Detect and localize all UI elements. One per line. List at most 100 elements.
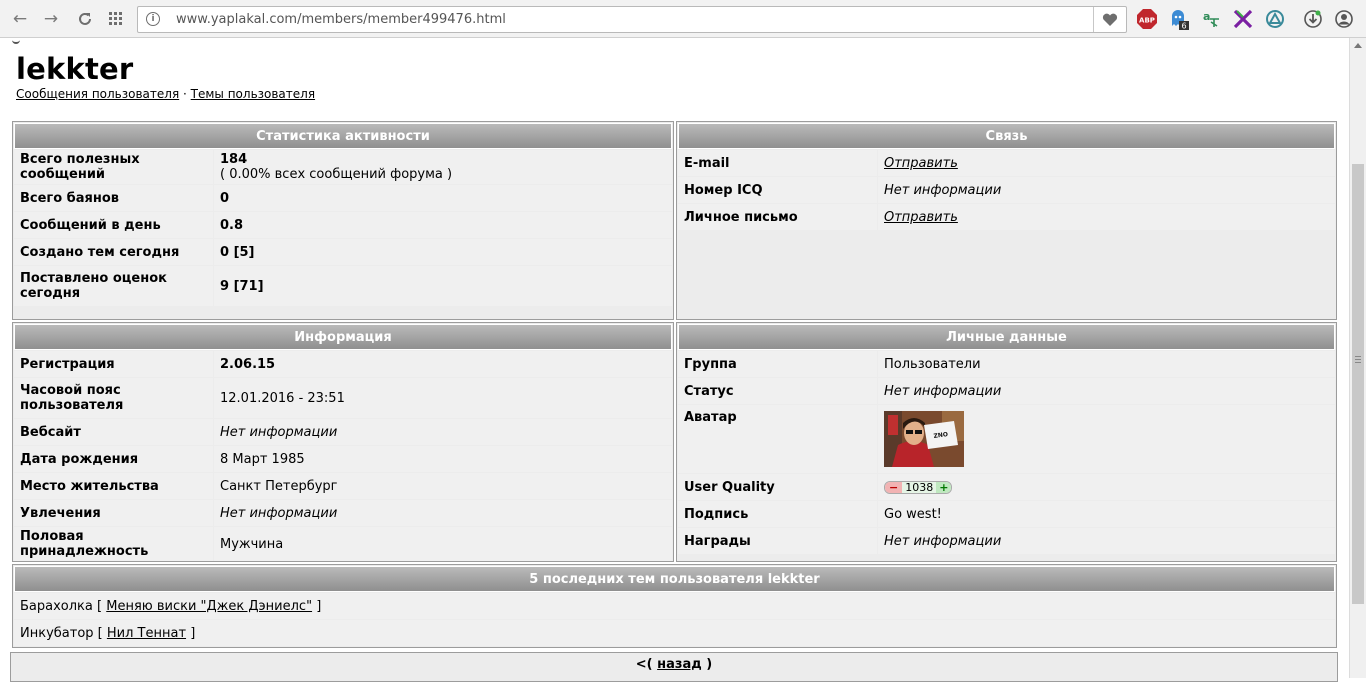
recent-topics-title: 5 последних тем пользователя lekkter — [14, 566, 1335, 592]
personal-panel: Личные данные Группа Пользователи Статус… — [676, 322, 1337, 562]
scroll-up-arrow-icon[interactable] — [1354, 43, 1362, 48]
thumb-grip — [1355, 356, 1361, 357]
site-info-icon[interactable]: i — [146, 12, 160, 26]
stats-label: Создано тем сегодня — [14, 239, 213, 265]
info-label: Увлечения — [14, 500, 213, 526]
rate-down-button[interactable]: − — [885, 481, 903, 493]
table-row: Дата рождения 8 Март 1985 — [14, 446, 672, 472]
personal-value: Нет информации — [878, 528, 1335, 554]
user-avatar[interactable]: ZNO — [884, 411, 964, 467]
back-arrow-icon[interactable]: ← — [9, 8, 31, 30]
forward-arrow-icon[interactable]: → — [40, 8, 62, 30]
personal-value: − 1038 + — [878, 474, 1335, 500]
personal-label: Группа — [678, 351, 877, 377]
back-link[interactable]: назад — [657, 657, 702, 672]
info-value: Нет информации — [214, 419, 672, 445]
send-pm-link[interactable]: Отправить — [884, 210, 958, 225]
shield-extension-icon[interactable] — [1264, 8, 1286, 30]
table-row: Статус Нет информации — [678, 378, 1335, 404]
info-value: Мужчина — [214, 527, 672, 561]
bracket-close: ] — [316, 598, 322, 614]
personal-panel-title: Личные данные — [678, 324, 1335, 350]
contact-table: E-mail Отправить Номер ICQ Нет информаци… — [677, 149, 1336, 231]
send-email-link[interactable]: Отправить — [884, 156, 958, 171]
adblock-icon[interactable]: ABP — [1136, 8, 1158, 30]
bracket-open: [ — [97, 625, 103, 641]
rate-up-button[interactable]: + — [936, 481, 952, 493]
table-row: Вебсайт Нет информации — [14, 419, 672, 445]
thumb-grip — [1355, 362, 1361, 363]
table-row: Регистрация 2.06.15 — [14, 351, 672, 377]
table-row: Половая принадлежность Мужчина — [14, 527, 672, 561]
table-row: Место жительства Санкт Петербург — [14, 473, 672, 499]
info-label: Место жительства — [14, 473, 213, 499]
translate-icon[interactable]: a — [1200, 8, 1222, 30]
stats-value: 9 [71] — [214, 266, 672, 306]
table-row: Группа Пользователи — [678, 351, 1335, 377]
contact-value: Нет информации — [878, 177, 1335, 203]
personal-value: ZNO — [878, 405, 1335, 473]
bracket-close: ] — [190, 625, 196, 641]
vertical-scrollbar[interactable] — [1349, 38, 1366, 678]
address-url[interactable]: www.yaplakal.com/members/member499476.ht… — [176, 12, 506, 27]
contact-value: Отправить — [878, 150, 1335, 176]
table-row: Всего баянов 0 — [14, 185, 672, 211]
personal-value: Нет информации — [878, 378, 1335, 404]
contact-panel-title: Связь — [678, 123, 1335, 149]
apps-grid-icon[interactable] — [105, 8, 127, 30]
back-prefix: <( — [635, 657, 653, 672]
user-quality-rating: − 1038 + — [884, 480, 953, 494]
bookmark-heart-icon[interactable] — [1093, 7, 1126, 32]
contact-label: Номер ICQ — [678, 177, 877, 203]
scrollbar-thumb[interactable] — [1352, 164, 1364, 604]
back-suffix: ) — [706, 657, 713, 672]
user-links: Сообщения пользователя · Темы пользовате… — [16, 87, 315, 101]
stats-value: 0 — [214, 185, 672, 211]
link-separator: · — [183, 87, 187, 101]
info-value: 8 Март 1985 — [214, 446, 672, 472]
stats-table: Всего полезных сообщений 184 ( 0.00% все… — [13, 149, 673, 307]
table-row: E-mail Отправить — [678, 150, 1335, 176]
info-panel-title: Информация — [14, 324, 672, 350]
stats-value: 0 [5] — [214, 239, 672, 265]
table-row: Поставлено оценок сегодня 9 [71] — [14, 266, 672, 306]
recent-topics-panel: 5 последних тем пользователя lekkter Бар… — [12, 564, 1337, 648]
table-row: User Quality − 1038 + — [678, 474, 1335, 500]
info-value: Нет информации — [214, 500, 672, 526]
page-edge-mark — [12, 38, 20, 44]
browser-toolbar: ← → i www.yaplakal.com/members/member499… — [0, 0, 1366, 38]
list-item: Барахолка [ Меняю виски "Джек Дэниелс" ] — [14, 593, 1335, 619]
useful-posts-percent: ( 0.00% всех сообщений форума ) — [220, 167, 453, 182]
personal-label: Подпись — [678, 501, 877, 527]
stats-panel-title: Статистика активности — [14, 123, 672, 149]
personal-value: Go west! — [878, 501, 1335, 527]
contact-label: E-mail — [678, 150, 877, 176]
bracket-open: [ — [97, 598, 103, 614]
table-row: Номер ICQ Нет информации — [678, 177, 1335, 203]
personal-table: Группа Пользователи Статус Нет информаци… — [677, 350, 1336, 555]
stats-label: Всего полезных сообщений — [14, 150, 213, 184]
list-item: Инкубатор [ Нил Теннат ] — [14, 620, 1335, 646]
user-posts-link[interactable]: Сообщения пользователя — [16, 87, 179, 101]
profile-icon[interactable] — [1333, 8, 1355, 30]
useful-posts-count: 184 — [220, 152, 248, 167]
x-extension-icon[interactable] — [1232, 8, 1254, 30]
thumb-grip — [1355, 359, 1361, 360]
table-row: Сообщений в день 0.8 — [14, 212, 672, 238]
stats-label: Сообщений в день — [14, 212, 213, 238]
info-label: Вебсайт — [14, 419, 213, 445]
table-row: Часовой пояс пользователя 12.01.2016 - 2… — [14, 378, 672, 418]
user-topics-link[interactable]: Темы пользователя — [191, 87, 315, 101]
topic-link[interactable]: Нил Теннат — [107, 626, 186, 641]
address-bar[interactable]: i www.yaplakal.com/members/member499476.… — [137, 6, 1127, 33]
download-extension-icon[interactable] — [1302, 8, 1324, 30]
table-row: Всего полезных сообщений 184 ( 0.00% все… — [14, 150, 672, 184]
table-row: Инкубатор [ Нил Теннат ] — [14, 620, 1335, 646]
ghostery-icon[interactable]: 6 — [1168, 8, 1190, 30]
stats-panel: Статистика активности Всего полезных соо… — [12, 121, 674, 320]
stats-label: Всего баянов — [14, 185, 213, 211]
topic-link[interactable]: Меняю виски "Джек Дэниелс" — [106, 599, 312, 614]
info-value: 12.01.2016 - 23:51 — [214, 378, 672, 418]
table-row: Аватар ZNO — [678, 405, 1335, 473]
reload-icon[interactable] — [74, 8, 96, 30]
